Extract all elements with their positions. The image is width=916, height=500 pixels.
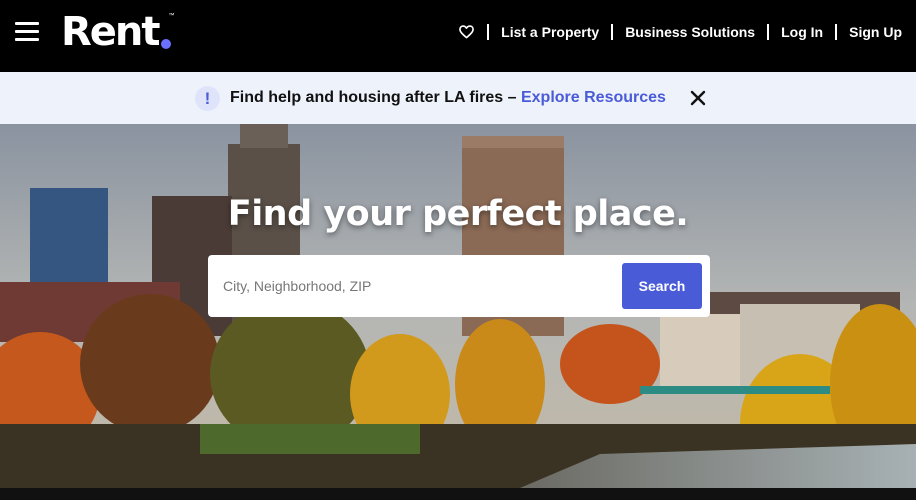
logo-dot	[160, 39, 171, 49]
logo-text: Rent	[61, 9, 161, 55]
nav-divider	[611, 24, 614, 40]
hero-title: Find your perfect place.	[227, 194, 689, 234]
sign-up-link[interactable]: Sign Up	[849, 24, 902, 40]
business-solutions-link[interactable]: Business Solutions	[625, 24, 755, 40]
nav-divider	[487, 24, 490, 40]
header-nav: List a Property Business Solutions Log I…	[457, 20, 902, 44]
log-in-link[interactable]: Log In	[781, 24, 823, 40]
site-header: Rent ™ List a Property Business Solution…	[0, 0, 916, 72]
location-search-input[interactable]	[208, 255, 618, 317]
menu-icon[interactable]	[15, 22, 39, 42]
search-button[interactable]: Search	[622, 263, 702, 309]
close-icon[interactable]	[689, 89, 707, 107]
nav-divider	[767, 24, 770, 40]
rent-logo[interactable]: Rent ™	[61, 9, 175, 55]
hero-section: Find your perfect place. Search	[0, 124, 916, 488]
nav-divider	[835, 24, 838, 40]
page-bottom-edge	[0, 488, 916, 500]
list-property-link[interactable]: List a Property	[501, 24, 599, 40]
search-box: Search	[208, 255, 710, 317]
heart-icon[interactable]	[457, 23, 475, 41]
logo-trademark: ™	[168, 13, 175, 19]
banner-message-text: Find help and housing after LA fires –	[230, 89, 521, 106]
info-icon: !	[195, 86, 220, 111]
explore-resources-link[interactable]: Explore Resources	[521, 89, 666, 106]
alert-banner: ! Find help and housing after LA fires –…	[0, 72, 916, 124]
banner-message: Find help and housing after LA fires – E…	[230, 89, 666, 107]
